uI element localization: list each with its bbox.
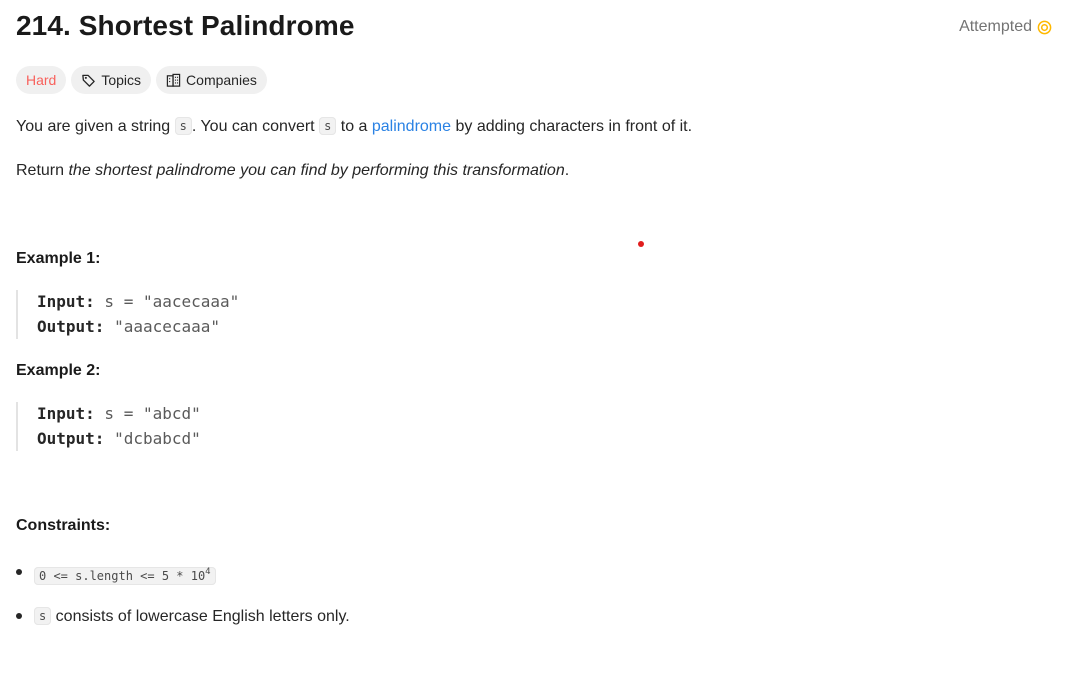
text-fragment: to a [336,118,372,135]
output-value: "aaacecaaa" [104,316,221,336]
status-label: Attempted [959,18,1032,35]
text-fragment: by adding characters in front of it. [451,118,693,135]
exponent: 4 [205,567,211,577]
example-output-line: Output: "dcbabcd" [37,427,201,452]
example-input-line: Input: s = "abcd" [37,402,201,427]
cursor-dot [638,241,644,247]
constraint-text: consists of lowercase English letters on… [51,608,350,625]
topics-label: Topics [101,72,142,88]
tag-row: Hard Topics Companies [16,66,267,94]
companies-label: Companies [186,72,257,88]
example-2-title: Example 2: [16,362,101,379]
example-2-block: Input: s = "abcd" Output: "dcbabcd" [16,402,201,451]
attempted-icon [1037,20,1052,34]
inline-code: 0 <= s.length <= 5 * 104 [34,567,216,585]
inline-code: s [319,117,337,135]
constraints-title: Constraints: [16,517,111,534]
description-paragraph-2: Return the shortest palindrome you can f… [16,160,569,182]
input-value: s = "abcd" [94,404,201,423]
companies-button[interactable]: Companies [156,66,267,94]
problem-title[interactable]: 214. Shortest Palindrome [16,10,355,42]
constraint-item: 0 <= s.length <= 5 * 104 [16,560,350,589]
input-value: s = "aacecaaa" [94,292,240,311]
output-value: "dcbabcd" [104,428,201,448]
title-row: 214. Shortest Palindrome Attempted [16,0,1056,60]
building-icon [166,73,181,87]
text-fragment: Return [16,162,69,179]
difficulty-badge: Hard [16,66,67,94]
status-indicator: Attempted [959,18,1052,36]
example-1-title: Example 1: [16,250,101,267]
problem-description: 214. Shortest Palindrome Attempted Hard … [16,0,1056,625]
description-paragraph-1: You are given a string s. You can conver… [16,115,692,138]
palindrome-link[interactable]: palindrome [372,118,451,135]
text-fragment: You are given a string [16,118,175,135]
text-fragment: . [564,162,570,179]
constraints-list: 0 <= s.length <= 5 * 104 s consists of l… [16,560,350,644]
topics-button[interactable]: Topics [71,66,152,94]
emphasis-text: the shortest palindrome you can find by … [68,162,565,179]
difficulty-label: Hard [26,72,57,88]
example-1-block: Input: s = "aacecaaa" Output: "aaacecaaa… [16,290,239,339]
tag-icon [82,74,96,87]
input-label: Input: [37,404,95,423]
text-fragment: . You can convert [191,118,320,135]
inline-code: s [174,117,192,135]
inline-code: s [34,607,52,625]
output-label: Output: [37,316,105,336]
constraint-item: s consists of lowercase English letters … [16,604,350,629]
example-input-line: Input: s = "aacecaaa" [37,290,239,315]
output-label: Output: [37,428,105,448]
constraint-code: 0 <= s.length <= 5 * 10 [39,569,206,583]
example-output-line: Output: "aaacecaaa" [37,315,239,340]
input-label: Input: [37,292,95,311]
